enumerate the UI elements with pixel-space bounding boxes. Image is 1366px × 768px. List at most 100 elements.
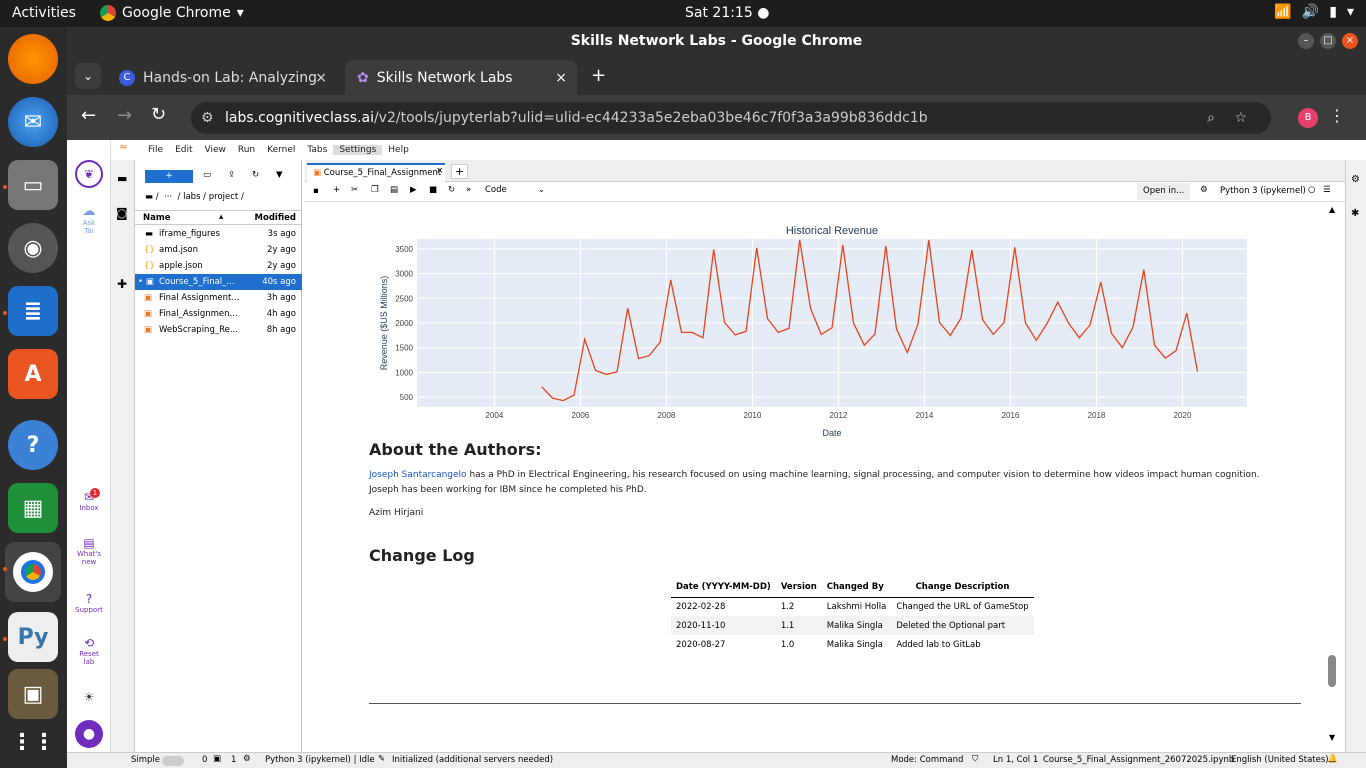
help-icon[interactable]: ? — [8, 420, 58, 470]
open-in-label: Open in... — [1143, 186, 1185, 196]
filter-icon[interactable]: ▼ — [276, 170, 283, 180]
support-button[interactable]: ? Support — [67, 592, 111, 614]
app-menu[interactable]: Google Chrome ▾ — [100, 5, 244, 21]
back-icon[interactable]: ← — [81, 105, 96, 126]
ask-tai-button[interactable]: ☁ Ask Tai — [67, 204, 111, 235]
modified-column-header[interactable]: Modified — [255, 213, 296, 223]
menu-view[interactable]: View — [199, 145, 232, 155]
chrome-menu-icon[interactable]: ⋮ — [1329, 106, 1345, 125]
files-icon[interactable]: ▭ — [8, 160, 58, 210]
menu-kernel[interactable]: Kernel — [261, 145, 301, 155]
url-input[interactable]: ⚙ labs.cognitiveclass.ai/v2/tools/jupyte… — [191, 102, 1271, 134]
scroll-up-icon[interactable]: ▲ — [1329, 205, 1335, 214]
whats-new-button[interactable]: ▤ What's new — [67, 536, 111, 566]
file-row[interactable]: ▣ Final Assignment... 3h ago — [135, 290, 302, 306]
run-icon[interactable]: ▶ — [410, 185, 417, 195]
file-row[interactable]: {} apple.json 2y ago — [135, 258, 302, 274]
simple-mode-toggle[interactable] — [162, 756, 184, 766]
new-launcher-button[interactable]: + — [145, 170, 193, 183]
search-icon[interactable]: ⌕ — [1207, 102, 1215, 134]
tab-hands-on-lab[interactable]: C Hands-on Lab: Analyzing × — [107, 60, 335, 95]
new-tab-icon[interactable]: + — [591, 65, 606, 86]
maximize-icon[interactable]: □ — [1320, 33, 1336, 49]
activities-button[interactable]: Activities — [12, 5, 76, 21]
open-in-button[interactable]: Open in... — [1137, 183, 1191, 200]
menu-run[interactable]: Run — [232, 145, 261, 155]
fast-forward-icon[interactable]: » — [466, 185, 471, 195]
app-grid-icon[interactable]: ⋮⋮ — [8, 717, 58, 767]
chrome-dock-icon[interactable] — [5, 542, 61, 602]
profile-avatar[interactable]: B — [1298, 108, 1318, 128]
calc-icon[interactable]: ▦ — [8, 483, 58, 533]
property-inspector-icon[interactable]: ⚙ — [1351, 174, 1360, 185]
menu-icon[interactable]: ☰ — [1323, 185, 1331, 195]
insert-cell-icon[interactable]: + — [333, 185, 340, 195]
rhythmbox-icon[interactable]: ◉ — [8, 223, 58, 273]
theme-toggle-icon[interactable]: ☀ — [67, 690, 111, 704]
file-row[interactable]: ▬ iframe_figures 3s ago — [135, 226, 302, 242]
name-column-header[interactable]: Name — [143, 213, 170, 223]
close-tab-icon[interactable]: × — [315, 70, 327, 86]
menu-edit[interactable]: Edit — [169, 145, 198, 155]
new-tab-icon[interactable]: + — [451, 164, 469, 179]
scrollbar[interactable] — [1328, 655, 1336, 687]
breadcrumb[interactable]: ▬ / ··· / labs / project / — [145, 192, 244, 202]
settings-gear-icon[interactable]: ⚙ — [1200, 185, 1208, 195]
menu-file[interactable]: File — [142, 145, 169, 155]
cursor-position[interactable]: Ln 1, Col 1 — [993, 755, 1038, 765]
site-info-icon[interactable]: ⚙ — [201, 102, 214, 134]
file-row-selected[interactable]: • ▣ Course_5_Final_... 40s ago — [135, 274, 302, 290]
new-folder-icon[interactable]: ▭ — [203, 170, 211, 180]
copy-icon[interactable]: ❐ — [371, 185, 379, 195]
notebook-tab[interactable]: ▣ Course_5_Final_Assignment — [307, 163, 445, 182]
kernel-status[interactable]: Python 3 (ipykernel) | Idle — [265, 755, 375, 765]
image-viewer-icon[interactable]: ▣ — [8, 669, 58, 719]
firefox-icon[interactable] — [8, 34, 58, 84]
inbox-button[interactable]: ✉ Inbox 1 — [67, 488, 111, 512]
upload-icon[interactable]: ⇪ — [228, 170, 235, 180]
python-icon[interactable]: Py — [8, 612, 58, 662]
lsp-status[interactable]: Initialized (additional servers needed) — [392, 755, 553, 765]
tab-skills-network-labs[interactable]: ✿ Skills Network Labs × — [345, 60, 577, 95]
minimize-icon[interactable]: – — [1298, 33, 1314, 49]
forward-icon[interactable]: → — [117, 105, 132, 126]
kernel-count[interactable]: 1 — [231, 755, 236, 765]
debugger-icon[interactable]: ✱ — [1351, 208, 1359, 219]
running-kernels-icon[interactable]: ◙ — [116, 206, 128, 220]
user-avatar[interactable]: ● — [67, 720, 111, 748]
save-icon[interactable]: ▪ — [313, 186, 319, 196]
cut-icon[interactable]: ✂ — [351, 185, 358, 195]
stop-icon[interactable]: ■ — [429, 185, 437, 195]
refresh-icon[interactable]: ↻ — [252, 170, 259, 180]
kernel-name[interactable]: Python 3 (ipykernel) — [1220, 186, 1306, 196]
skills-network-logo-icon[interactable]: ❦ — [75, 160, 103, 188]
menu-settings[interactable]: Settings — [333, 145, 383, 155]
file-row[interactable]: ▣ Final_Assignmen... 4h ago — [135, 306, 302, 322]
author-link[interactable]: Joseph Santarcangelo — [369, 470, 467, 480]
extensions-icon[interactable]: ✚ — [117, 277, 127, 291]
file-row[interactable]: {} amd.json 2y ago — [135, 242, 302, 258]
reset-lab-button[interactable]: ⟲ Reset lab — [67, 636, 111, 666]
terminal-count[interactable]: 0 — [202, 755, 207, 765]
system-tray[interactable]: 📶 🔊 ▮ ▾ — [1274, 4, 1354, 20]
locale-status[interactable]: English (United States) — [1231, 755, 1329, 765]
thunderbird-icon[interactable]: ✉ — [8, 97, 58, 147]
bell-icon[interactable]: 🔔 — [1327, 754, 1338, 764]
cell-type-select[interactable]: Code ⌄ — [485, 185, 545, 195]
restart-icon[interactable]: ↻ — [448, 185, 455, 195]
software-icon[interactable]: A — [8, 349, 58, 399]
close-tab-icon[interactable]: × — [555, 70, 567, 86]
close-icon[interactable]: × — [1342, 33, 1358, 49]
folder-icon[interactable]: ▬ — [117, 172, 127, 185]
tab-search-button[interactable]: ⌄ — [75, 63, 101, 89]
menu-tabs[interactable]: Tabs — [301, 145, 333, 155]
file-row[interactable]: ▣ WebScraping_Re... 8h ago — [135, 322, 302, 338]
writer-icon[interactable]: ≣ — [8, 286, 58, 336]
paste-icon[interactable]: ▤ — [390, 185, 398, 195]
close-tab-icon[interactable]: × — [436, 166, 444, 176]
scroll-down-icon[interactable]: ▼ — [1329, 733, 1335, 742]
clock[interactable]: Sat 21:15 ● — [685, 5, 769, 21]
menu-help[interactable]: Help — [382, 145, 415, 155]
reload-icon[interactable]: ↻ — [151, 104, 166, 125]
bookmark-star-icon[interactable]: ☆ — [1234, 102, 1247, 134]
